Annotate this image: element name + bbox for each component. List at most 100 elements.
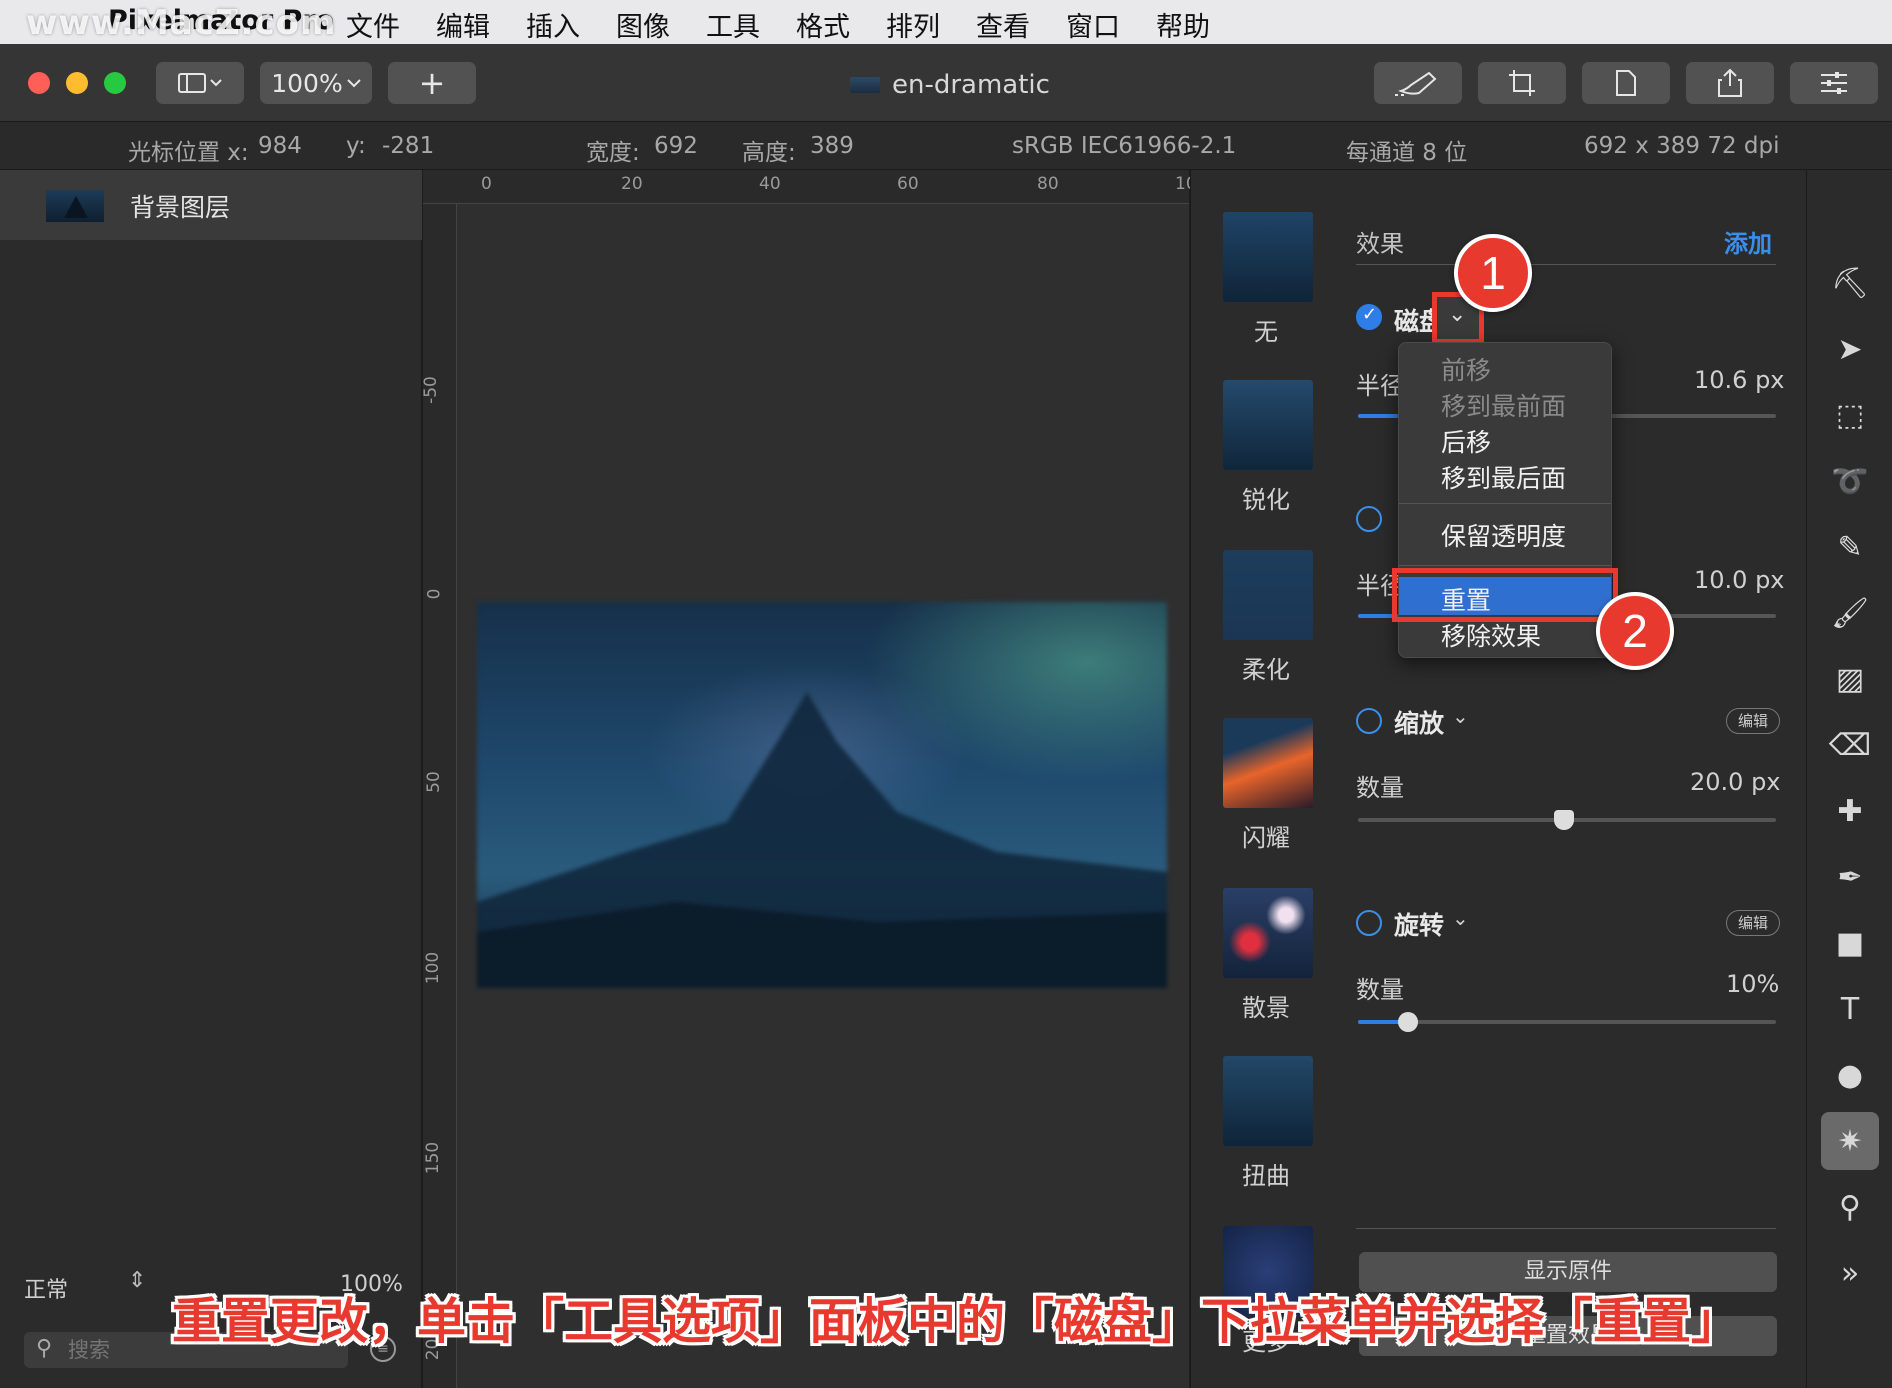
pen-icon[interactable]: ✒ [1827,854,1873,900]
app-menu[interactable]: Pixelmator Pro [108,5,334,36]
share-button[interactable] [1686,62,1774,104]
effect1-param-label: 半径 [1356,372,1404,400]
menu-item-bring-forward[interactable]: 前移 [1441,351,1491,387]
zoom-window-button[interactable] [104,72,126,94]
effect4-param-value: 10% [1726,970,1780,998]
lasso-icon[interactable]: ➰ [1827,458,1873,504]
ruler-tick: 40 [759,174,781,194]
ruler-tick: 0 [481,174,492,194]
zoom-value: 100% [271,68,343,98]
menu-item-send-backward[interactable]: 后移 [1441,423,1491,459]
slider-knob[interactable] [1398,1012,1418,1032]
chevron-down-icon[interactable]: ⌄ [1452,906,1469,930]
style-tool-button[interactable] [1374,62,1462,104]
annotation-box-2 [1392,568,1618,622]
effect4-slider[interactable] [1358,1012,1776,1032]
brush-icon [1393,69,1443,97]
add-effect-button[interactable]: 添加 [1724,224,1772,259]
eraser-icon[interactable]: ⌫ [1827,722,1873,768]
menu-item-remove-effect[interactable]: 移除效果 [1441,617,1541,653]
effect3-param-label: 数量 [1356,774,1404,802]
add-button[interactable]: + [388,62,476,104]
color-adjust-icon[interactable]: ● [1827,1052,1873,1098]
tool-rail: ⛏ ➤ ⬚ ➰ ✎ 🖌 ▨ ⌫ ✚ ✒ ■ T ● ✷ ⚲ » [1806,170,1892,1388]
effect-thumb-sharpen[interactable] [1223,380,1313,470]
updown-chevron-icon[interactable]: ⇕ [128,1268,146,1293]
minimize-window-button[interactable] [66,72,88,94]
menu-help[interactable]: 帮助 [1156,5,1210,44]
effect-thumb-none[interactable] [1223,212,1313,302]
more-tools-icon[interactable]: » [1827,1250,1873,1296]
arrange-cursor-icon[interactable]: ➤ [1827,326,1873,372]
menu-item-preserve-transparency[interactable]: 保留透明度 [1441,517,1566,553]
effect4-checkbox[interactable] [1356,910,1382,936]
chevron-down-icon[interactable]: ⌄ [1452,704,1469,728]
effect-thumb-glow[interactable] [1223,718,1313,808]
menu-insert[interactable]: 插入 [526,5,580,44]
effect-thumb-bokeh[interactable] [1223,888,1313,978]
paint-bucket-icon[interactable]: ⛏ [1827,260,1873,306]
paint-brush-icon[interactable]: 🖌 [1827,590,1873,636]
ruler-tick: 60 [897,174,919,194]
cursor-x-label: 光标位置 x: [128,140,249,166]
menu-view[interactable]: 查看 [976,5,1030,44]
search-icon: ⚲ [36,1336,53,1361]
step-badge-1: 1 [1454,234,1532,312]
shape-icon[interactable]: ■ [1827,920,1873,966]
menu-tools[interactable]: 工具 [706,5,760,44]
effect-thumb-blur[interactable] [1223,550,1313,640]
effect2-checkbox[interactable] [1356,506,1382,532]
ruler-tick: 100 [423,951,444,985]
rect-select-icon[interactable]: ⬚ [1827,392,1873,438]
zoom-select[interactable]: 100% [260,62,372,104]
menu-bar: Pixelmator Pro 文件 编辑 插入 图像 工具 格式 排列 查看 窗… [0,0,1892,44]
effect2-param-value: 10.0 px [1694,566,1785,594]
effect4-name[interactable]: 旋转 [1394,906,1444,942]
document-title-text: en-dramatic [892,70,1050,100]
layer-row[interactable]: 背景图层 [0,170,422,240]
bit-depth: 每通道 8 位 [1346,140,1468,166]
crop-button[interactable] [1478,62,1566,104]
menu-file[interactable]: 文件 [346,5,400,44]
format-button[interactable] [1582,62,1670,104]
menu-format[interactable]: 格式 [796,5,850,44]
effect3-edit-button[interactable]: 编辑 [1726,708,1780,734]
cursor-y-value: -281 [382,133,435,159]
menu-item-send-to-back[interactable]: 移到最后面 [1441,459,1566,495]
magic-select-icon[interactable]: ✎ [1827,524,1873,570]
text-icon[interactable]: T [1827,986,1873,1032]
effect-label: 柔化 [1242,656,1290,684]
sidebar-icon [177,71,223,95]
sidebar-toggle-button[interactable] [156,62,244,104]
resolution: 692 x 389 72 dpi [1584,133,1780,159]
effect-label: 闪耀 [1242,824,1290,852]
layer-thumbnail [46,190,104,222]
menu-image[interactable]: 图像 [616,5,670,44]
close-window-button[interactable] [28,72,50,94]
ruler-tick: 150 [423,1141,444,1175]
adjust-button[interactable] [1790,62,1878,104]
document-image[interactable] [477,602,1167,988]
effect4-edit-button[interactable]: 编辑 [1726,910,1780,936]
color-profile: sRGB IEC61966-2.1 [1012,133,1237,159]
slider-knob[interactable] [1554,810,1574,830]
effect-label: 无 [1254,318,1278,346]
effect3-slider[interactable] [1358,810,1776,830]
effect1-checkbox[interactable] [1356,304,1382,330]
ruler-tick: 0 [424,588,445,600]
menu-edit[interactable]: 编辑 [436,5,490,44]
gradient-icon[interactable]: ▨ [1827,656,1873,702]
effect3-name[interactable]: 缩放 [1394,704,1444,740]
sliders-icon [1819,70,1849,96]
layers-sidebar: 背景图层 正常 ⇕ 100% ⚲ ≡ [0,170,422,1388]
blend-mode-select[interactable]: 正常 [24,1272,68,1304]
effect-thumb-distort[interactable] [1223,1056,1313,1146]
retouch-icon[interactable]: ✚ [1827,788,1873,834]
layer-name: 背景图层 [130,193,231,222]
menu-item-bring-to-front[interactable]: 移到最前面 [1441,387,1566,423]
effect3-checkbox[interactable] [1356,708,1382,734]
effects-tool-icon[interactable]: ✷ [1821,1112,1879,1170]
menu-window[interactable]: 窗口 [1066,5,1120,44]
zoom-icon[interactable]: ⚲ [1827,1184,1873,1230]
menu-arrange[interactable]: 排列 [886,5,940,44]
